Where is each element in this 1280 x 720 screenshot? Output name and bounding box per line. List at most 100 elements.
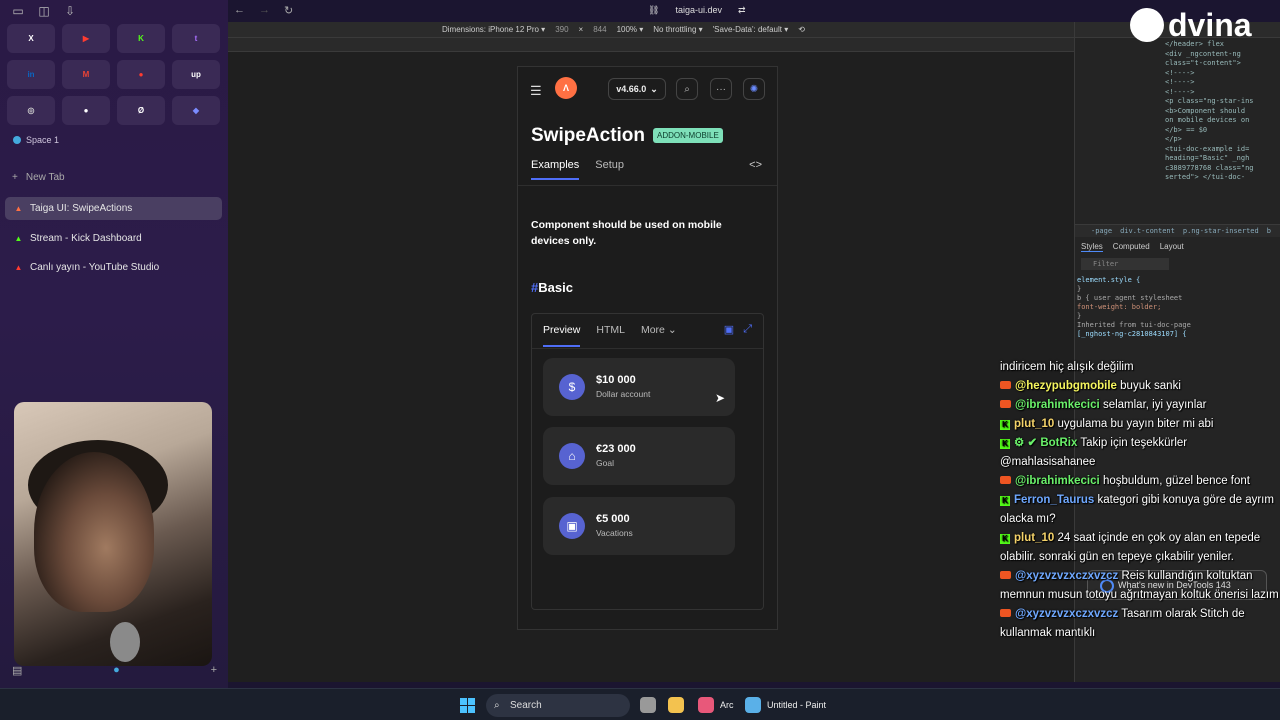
dom-node[interactable]: </p> <box>1165 135 1280 145</box>
space-indicator[interactable]: Space 1 <box>13 135 59 145</box>
kick-icon: K <box>1000 496 1010 506</box>
site-settings-icon[interactable]: ⇄ <box>738 5 746 16</box>
pinned-site[interactable]: Ø <box>117 96 165 125</box>
add-space-icon[interactable]: + <box>211 664 217 677</box>
code-icon[interactable]: <> <box>749 159 762 171</box>
dom-node[interactable]: <div _ngcontent-ng <box>1165 50 1280 60</box>
dom-node[interactable]: c3889778768 class="ng <box>1165 164 1280 174</box>
version-select[interactable]: v4.66.0 ⌄ <box>608 78 666 100</box>
dom-node[interactable]: serted"> </tui-doc- <box>1165 173 1280 183</box>
card-label: Dollar account <box>596 389 651 399</box>
sidebar-toggle-icon[interactable]: ▭ <box>10 4 26 18</box>
swipe-action-card[interactable]: ▣ €5 000 Vacations <box>543 497 735 555</box>
pinned-site[interactable]: ● <box>62 96 110 125</box>
swipe-action-card[interactable]: $ $10 000 Dollar account <box>543 358 735 416</box>
archive-icon[interactable]: ▤ <box>12 664 22 677</box>
taskbar-app-paint[interactable]: Untitled - Paint <box>745 697 826 713</box>
breadcrumb-item[interactable]: -page <box>1091 227 1112 235</box>
styles-filter-input[interactable]: Filter <box>1081 258 1169 270</box>
dom-node[interactable]: class="t-content"> <box>1165 59 1280 69</box>
dom-node[interactable]: heading="Basic" _ngh <box>1165 154 1280 164</box>
dom-node[interactable]: <b>Component should <box>1165 107 1280 117</box>
dom-node[interactable]: <tui-doc-example id= <box>1165 145 1280 155</box>
dom-node[interactable]: <!----> <box>1165 78 1280 88</box>
taskbar-search[interactable]: ⌕ Search <box>486 694 630 717</box>
tab-setup[interactable]: Setup <box>595 159 624 180</box>
tab-styles[interactable]: Styles <box>1081 242 1103 252</box>
dom-node[interactable]: <p class="ng-star-ins <box>1165 97 1280 107</box>
pinned-site[interactable]: t <box>172 24 220 53</box>
menu-icon[interactable]: ☰ <box>530 83 542 99</box>
sync-icon: Ø <box>137 106 145 115</box>
example-demo-box: Preview HTML More ⌄ ▣ ⤢ $ $10 000 Dollar a… <box>531 313 764 610</box>
forward-icon[interactable]: → <box>259 4 270 17</box>
pinned-site[interactable]: ● <box>117 60 165 89</box>
sidebar-tab[interactable]: ▲ Taiga UI: SwipeActions <box>5 197 222 220</box>
back-icon[interactable]: ← <box>234 4 245 17</box>
dom-node[interactable]: <!----> <box>1165 88 1280 98</box>
throttle-select[interactable]: No throttling ▾ <box>653 25 702 34</box>
fullscreen-icon[interactable]: ⤢ <box>743 323 752 336</box>
device-select[interactable]: Dimensions: iPhone 12 Pro ▾ <box>442 25 545 34</box>
save-data-select[interactable]: 'Save-Data': default ▾ <box>713 25 789 34</box>
chat-username: plut_10 <box>1014 418 1055 430</box>
arc-icon <box>698 697 714 713</box>
webcam-feed <box>14 402 212 666</box>
pinned-site[interactable]: up <box>172 60 220 89</box>
chat-text: hoşbuldum, güzel bence font <box>1102 475 1250 487</box>
zoom-select[interactable]: 100% ▾ <box>617 25 644 34</box>
tab-computed[interactable]: Computed <box>1113 242 1150 252</box>
taskbar-app-arc[interactable]: Arc <box>698 697 734 713</box>
pinned-site[interactable]: ◆ <box>172 96 220 125</box>
taiga-logo-icon[interactable]: Λ <box>555 77 577 99</box>
device-width-field[interactable]: 390 <box>555 25 568 34</box>
pinned-site[interactable]: K <box>117 24 165 53</box>
tab-examples[interactable]: Examples <box>531 159 580 180</box>
pinned-site[interactable]: M <box>62 60 110 89</box>
tab-list: ▲ Taiga UI: SwipeActions ▲ Stream - Kick Da… <box>5 197 222 286</box>
address-bar[interactable]: ⛓ taiga-ui.dev ⇄ <box>648 5 746 16</box>
sidebar-tab[interactable]: ▲ Stream - Kick Dashboard <box>5 227 222 250</box>
tab-preview[interactable]: Preview <box>543 324 581 347</box>
stream-chat-overlay: indiricem hiç alışık değilim @hezypubgmob… <box>1000 358 1280 643</box>
pinned-site[interactable]: in <box>7 60 55 89</box>
link-icon[interactable]: ⛓ <box>648 5 659 16</box>
open-sandbox-icon[interactable]: ▣ <box>724 323 734 336</box>
swipe-action-card[interactable]: ⌂ €23 000 Goal <box>543 427 735 485</box>
windows-taskbar: ⌕ Search Arc Untitled - Paint <box>0 688 1280 720</box>
youtube-music-icon: ● <box>138 70 144 79</box>
mouse-cursor-icon: ➤ <box>715 391 726 405</box>
space-switch-icon[interactable]: ● <box>113 664 120 677</box>
pinned-site[interactable]: X <box>7 24 55 53</box>
rotate-icon[interactable]: ⟲ <box>798 25 805 34</box>
times-icon: × <box>578 25 584 34</box>
sun-icon: ✺ <box>749 83 759 95</box>
nav-buttons: ← → ↻ <box>234 4 293 17</box>
page-tabs: Examples Setup <box>531 159 624 180</box>
new-tab-button[interactable]: + New Tab <box>12 172 65 183</box>
dom-node[interactable]: on mobile devices on <box>1165 116 1280 126</box>
card-amount: €23 000 <box>596 443 636 455</box>
dom-node[interactable]: </b> == $0 <box>1165 126 1280 136</box>
file-explorer-icon[interactable] <box>668 697 684 713</box>
breadcrumb-item[interactable]: b <box>1267 227 1271 235</box>
more-menu-button[interactable]: ··· <box>710 78 732 100</box>
download-icon[interactable]: ⇩ <box>62 4 78 18</box>
tab-more[interactable]: More ⌄ <box>641 324 677 347</box>
breadcrumb-item[interactable]: div.t-content <box>1120 227 1175 235</box>
pinned-site[interactable]: ◎ <box>7 96 55 125</box>
sidebar-tab[interactable]: ▲ Canlı yayın - YouTube Studio <box>5 256 222 279</box>
theme-toggle-button[interactable]: ✺ <box>743 78 765 100</box>
device-height-field[interactable]: 844 <box>593 25 606 34</box>
pinned-site[interactable]: ▶ <box>62 24 110 53</box>
breadcrumb-item[interactable]: p.ng-star-inserted <box>1183 227 1259 235</box>
tab-layout[interactable]: Layout <box>1160 242 1184 252</box>
split-view-icon[interactable]: ◫ <box>36 4 52 18</box>
chat-message: indiricem hiç alışık değilim <box>1000 358 1280 377</box>
search-button[interactable]: ⌕ <box>676 78 698 100</box>
windows-start-icon[interactable] <box>460 698 475 713</box>
task-view-icon[interactable] <box>640 697 656 713</box>
reload-icon[interactable]: ↻ <box>284 4 293 17</box>
dom-node[interactable]: <!----> <box>1165 69 1280 79</box>
tab-html[interactable]: HTML <box>596 324 625 347</box>
